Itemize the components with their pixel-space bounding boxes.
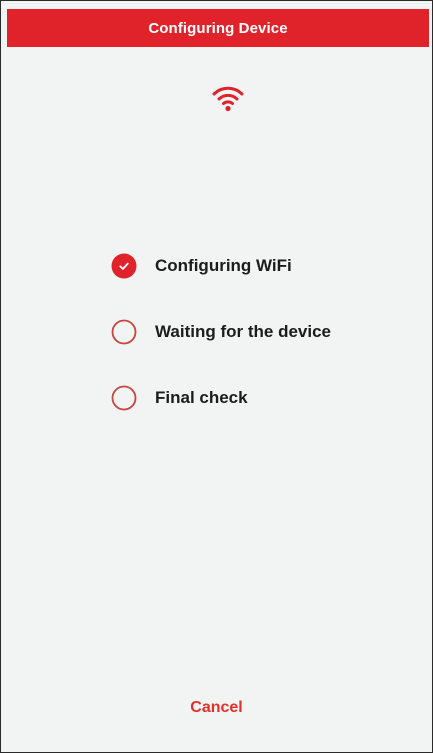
step-label: Waiting for the device: [155, 322, 332, 341]
empty-circle-icon: [111, 319, 137, 345]
step-final-check: Final check: [111, 381, 331, 415]
wifi-icon: [212, 86, 244, 112]
app-bar: Configuring Device: [7, 9, 429, 47]
step-list: Configuring WiFi Waiting for the device …: [111, 249, 331, 447]
page-title: Configuring Device: [148, 19, 288, 37]
step-configuring-wifi: Configuring WiFi: [111, 249, 331, 283]
step-label: Final check: [155, 388, 248, 407]
step-label: Configuring WiFi: [155, 256, 292, 275]
screen: Configuring Device Configuring WiFi Wait…: [0, 0, 433, 753]
cancel-button[interactable]: Cancel: [1, 699, 432, 717]
step-waiting-for-device: Waiting for the device: [111, 315, 331, 349]
check-circle-icon: [111, 253, 137, 279]
empty-circle-icon: [111, 385, 137, 411]
